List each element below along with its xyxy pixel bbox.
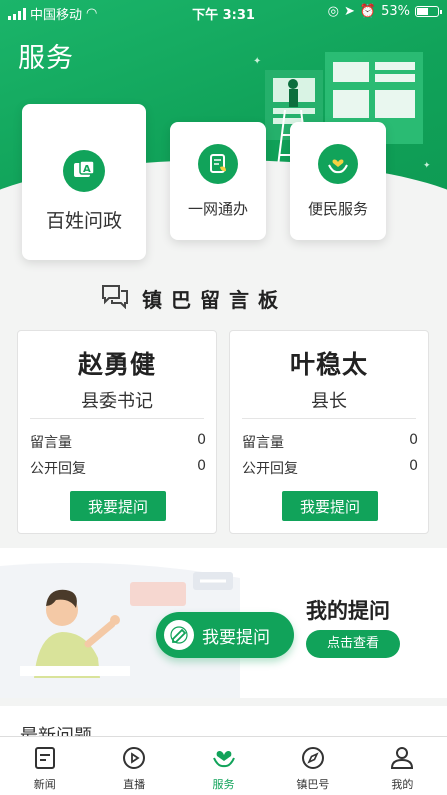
tab-label: 新闻 — [33, 778, 56, 791]
tab-label: 我的 — [391, 778, 414, 791]
alarm-icon: ⏰ — [359, 4, 377, 19]
ask-question-label: 我要提问 — [202, 627, 270, 648]
ask-question-button[interactable]: 我要提问 — [282, 491, 378, 521]
my-questions-banner: 我要提问 我的提问 点击查看 — [0, 548, 447, 698]
public-reply-label: 公开回复 — [242, 461, 298, 477]
service-label: 便民服务 — [307, 200, 368, 218]
public-reply-row: 公开回复 0 — [242, 458, 418, 478]
tab-label: 服务 — [212, 778, 235, 791]
battery-percent: 53% — [381, 4, 410, 19]
rotation-lock-icon: ◎ — [327, 4, 339, 19]
chat-a-icon: A — [63, 150, 105, 192]
play-icon — [121, 745, 147, 771]
ask-question-button[interactable]: 我要提问 — [70, 491, 166, 521]
leader-title: 县委书记 — [81, 391, 153, 412]
tab-label: 镇巴号 — [296, 778, 330, 791]
news-icon — [32, 745, 58, 771]
bottom-tab-bar: 新闻 直播 服务 镇巴号 我的 — [0, 736, 447, 795]
location-icon: ➤ — [344, 4, 355, 19]
message-count-value: 0 — [197, 432, 206, 448]
divider — [242, 418, 416, 419]
message-count-row: 留言量 0 — [242, 432, 418, 452]
tab-live[interactable]: 直播 — [89, 737, 178, 795]
leader-name: 叶稳太 — [289, 350, 368, 379]
public-reply-value: 0 — [197, 458, 206, 474]
service-card-bianmin-fuwu[interactable]: 便民服务 — [290, 122, 386, 240]
latest-questions-title: 最新问题 — [20, 722, 92, 736]
board-title-text: 镇巴留言板 — [142, 288, 287, 312]
hands-heart-icon — [318, 144, 358, 184]
user-icon — [389, 745, 415, 771]
svg-text:✦: ✦ — [253, 56, 261, 67]
status-bar: 中国移动 ◠ 下午 3:31 ◎ ➤ ⏰ 53% — [0, 0, 447, 24]
latest-questions-section: 最新问题 — [0, 706, 447, 736]
edit-pen-icon — [164, 620, 194, 650]
battery-icon — [415, 6, 442, 17]
page-title: 服务 — [18, 43, 74, 74]
service-card-baixing-wenzheng[interactable]: A 百姓问政 — [22, 104, 146, 260]
message-count-value: 0 — [409, 432, 418, 448]
public-reply-value: 0 — [409, 458, 418, 474]
board-title: 镇巴留言板 — [100, 283, 287, 314]
tab-label: 直播 — [123, 778, 146, 791]
public-reply-label: 公开回复 — [30, 461, 86, 477]
leader-name: 赵勇健 — [77, 350, 156, 379]
svg-text:✦: ✦ — [423, 161, 431, 171]
service-label: 百姓问政 — [45, 210, 122, 232]
message-bubbles-icon — [100, 283, 130, 314]
leader-card: 叶稳太 县长 留言量 0 公开回复 0 我要提问 — [229, 330, 429, 534]
message-count-label: 留言量 — [242, 435, 284, 451]
leader-card: 赵勇健 县委书记 留言量 0 公开回复 0 我要提问 — [17, 330, 217, 534]
compass-icon — [300, 745, 326, 771]
my-questions-title: 我的提问 — [306, 599, 390, 623]
message-count-label: 留言量 — [30, 435, 72, 451]
document-leaf-icon — [198, 144, 238, 184]
public-reply-row: 公开回复 0 — [30, 458, 206, 478]
tab-mine[interactable]: 我的 — [358, 737, 447, 795]
message-count-row: 留言量 0 — [30, 432, 206, 452]
tab-news[interactable]: 新闻 — [0, 737, 89, 795]
status-right: ◎ ➤ ⏰ 53% — [327, 4, 442, 19]
leader-title: 县长 — [311, 391, 347, 412]
view-my-questions-button[interactable]: 点击查看 — [306, 630, 400, 658]
tab-service[interactable]: 服务 — [179, 737, 268, 795]
tab-zhenba-hao[interactable]: 镇巴号 — [268, 737, 357, 795]
ask-question-main-button[interactable]: 我要提问 — [156, 612, 294, 658]
svg-text:A: A — [83, 164, 91, 175]
service-card-yiwang-tongban[interactable]: 一网通办 — [170, 122, 266, 240]
service-label: 一网通办 — [187, 200, 248, 218]
heart-hands-icon — [211, 745, 237, 771]
divider — [30, 418, 204, 419]
